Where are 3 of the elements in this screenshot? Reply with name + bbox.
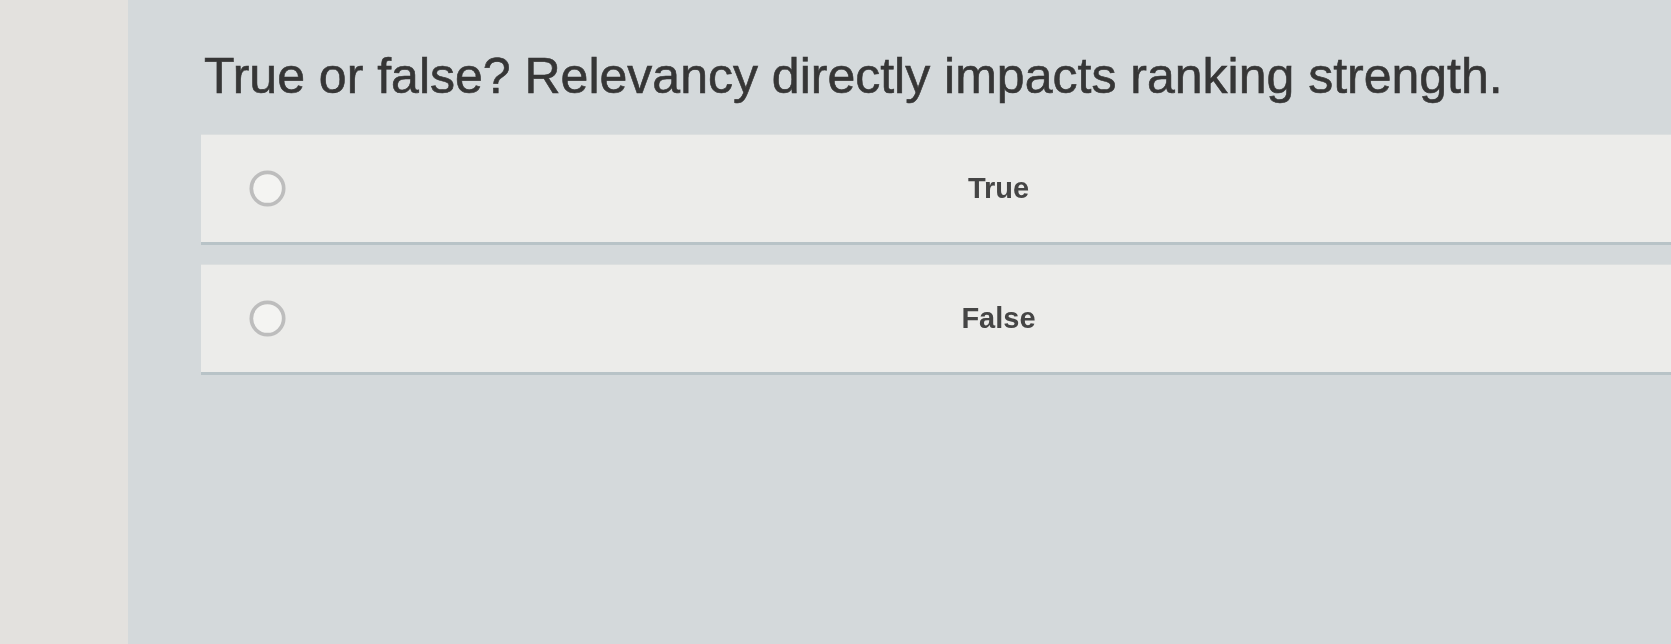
answer-option[interactable]: False bbox=[201, 263, 1671, 375]
answer-option[interactable]: True bbox=[201, 133, 1671, 245]
question-text: True or false? Relevancy directly impacts ranking strength. bbox=[204, 48, 1504, 106]
